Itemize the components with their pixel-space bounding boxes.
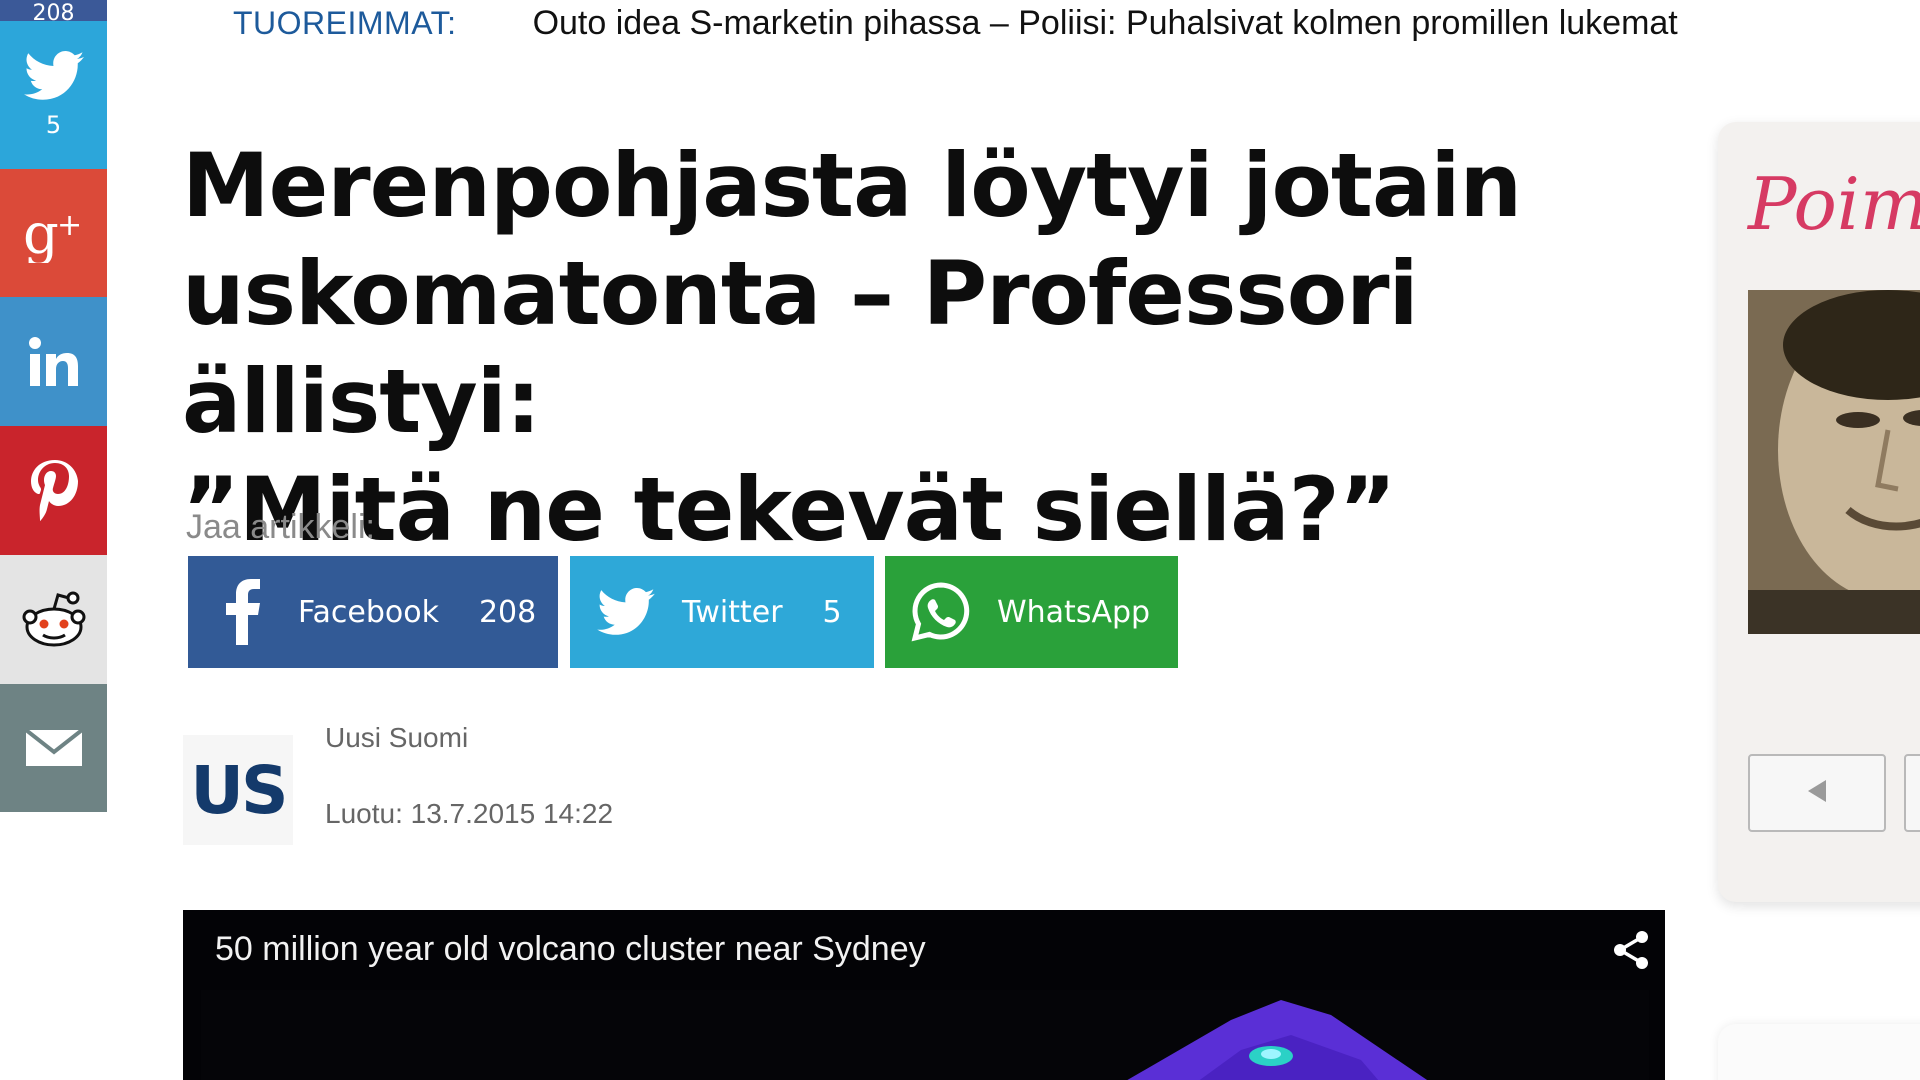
widget-next-button[interactable] [1904,754,1920,832]
byline-published: Luotu: 13.7.2015 14:22 [325,798,614,829]
rail-twitter-count: 5 [45,111,62,139]
byline-source: Uusi Suomi [325,722,469,753]
share-icon[interactable] [1611,930,1651,974]
social-share-rail: 208 5 g + [0,0,107,812]
ticker-headline-link[interactable]: Outo idea S-marketin pihassa – Poliisi: … [533,4,1678,43]
latest-news-ticker: TUOREIMMAT: Outo idea S-marketin pihassa… [233,0,1678,46]
whatsapp-icon [885,580,997,644]
rail-googleplus-button[interactable]: g + [0,169,107,297]
twitter-icon [570,588,682,636]
share-facebook-label: Facebook [298,594,439,630]
email-icon [24,729,83,767]
share-label: Jaa artikkeli: [186,508,375,546]
reddit-icon [21,591,87,649]
share-whatsapp-label: WhatsApp [997,594,1151,630]
rail-facebook-button[interactable]: 208 [0,0,107,21]
secondary-widget [1718,1024,1920,1080]
article-headline: Merenpohjasta löytyi jotain uskomatonta … [182,132,1642,564]
rail-linkedin-button[interactable] [0,297,107,426]
pinterest-icon [27,458,81,524]
linkedin-icon [26,334,82,390]
headline-line-1: Merenpohjasta löytyi jotain [182,134,1522,237]
rail-email-button[interactable] [0,684,107,812]
widget-prev-button[interactable] [1748,754,1886,832]
rail-facebook-count: 208 [32,1,75,22]
share-twitter-count: 5 [822,594,842,630]
facebook-icon [188,579,298,645]
share-facebook-count: 208 [478,594,537,630]
share-twitter-button[interactable]: Twitter 5 [570,556,874,668]
rail-reddit-button[interactable] [0,555,107,684]
rail-twitter-button[interactable]: 5 [0,21,107,169]
widget-author-photo[interactable] [1748,290,1920,634]
video-player[interactable]: 50 million year old volcano cluster near… [183,910,1665,1080]
svg-text:+: + [57,208,82,243]
widget-script-title: Poim [1748,162,1920,246]
share-twitter-label: Twitter [682,594,783,630]
svg-text:g: g [23,203,59,263]
featured-widget: Poim [1718,122,1920,902]
arrow-left-icon [1804,778,1830,808]
rail-pinterest-button[interactable] [0,426,107,555]
headline-line-2: uskomatonta – Professori ällistyi: [182,242,1419,453]
twitter-icon [23,51,84,101]
source-logo: US [183,735,293,845]
video-title: 50 million year old volcano cluster near… [215,930,926,968]
googleplus-icon: g + [21,203,87,263]
video-frame [201,990,1649,1080]
share-whatsapp-button[interactable]: WhatsApp [885,556,1178,668]
share-facebook-button[interactable]: Facebook 208 [188,556,558,668]
ticker-label: TUOREIMMAT: [233,4,457,41]
